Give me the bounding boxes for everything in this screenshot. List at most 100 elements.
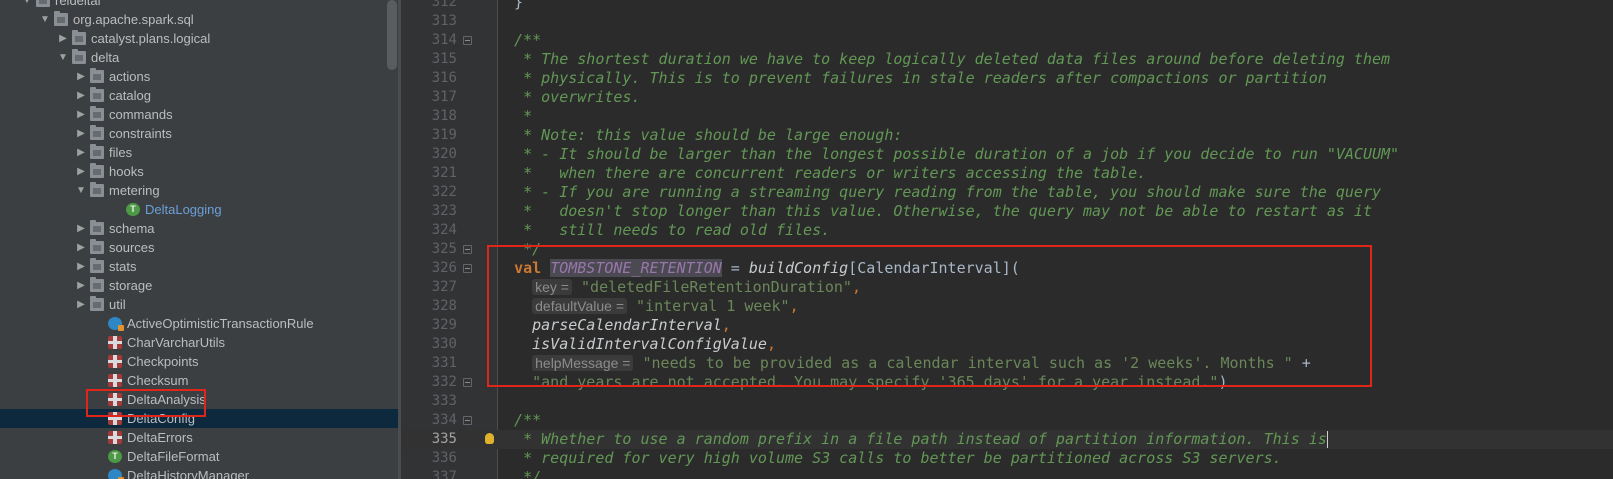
line-number: 335 [431, 431, 457, 447]
code-token: , [721, 316, 731, 334]
chevron-down-icon[interactable]: ▼ [76, 181, 86, 200]
chevron-right-icon[interactable]: ▶ [76, 162, 86, 181]
tree-item-metering[interactable]: ▼ metering [0, 181, 398, 200]
project-tree-scrollbar[interactable] [387, 0, 397, 70]
code-line[interactable]: 324 * still needs to read old files. [401, 221, 1613, 240]
tree-item-catalyst-plans-logical[interactable]: ▶ catalyst.plans.logical [0, 29, 398, 48]
code-line[interactable]: 325 */ [401, 240, 1613, 259]
tree-item-actions[interactable]: ▶ actions [0, 67, 398, 86]
chevron-right-icon[interactable]: ▶ [76, 257, 86, 276]
code-line[interactable]: 313 [401, 12, 1613, 31]
code-line[interactable]: 331 helpMessage = "needs to be provided … [401, 354, 1613, 373]
code-line[interactable]: 312 } [401, 0, 1613, 12]
chevron-right-icon[interactable]: ▶ [76, 295, 86, 314]
code-line[interactable]: 321 * when there are concurrent readers … [401, 164, 1613, 183]
code-token: "needs to be provided as a calendar inte… [642, 354, 1293, 372]
code-line[interactable]: 314 /** [401, 31, 1613, 50]
tree-item-deltaerrors[interactable]: DeltaErrors [0, 428, 398, 447]
line-number: 316 [431, 70, 457, 86]
chevron-down-icon[interactable]: ▼ [40, 10, 50, 29]
code-line[interactable]: 327 key = "deletedFileRetentionDuration"… [401, 278, 1613, 297]
tree-item-schema[interactable]: ▶ schema [0, 219, 398, 238]
chevron-right-icon[interactable]: ▶ [76, 124, 86, 143]
tree-item-activeoptimistictransactionrule[interactable]: ActiveOptimisticTransactionRule [0, 314, 398, 333]
tree-item-label: storage [109, 278, 153, 293]
tree-item-checksum[interactable]: Checksum [0, 371, 398, 390]
tree-item-hooks[interactable]: ▶ hooks [0, 162, 398, 181]
chevron-right-icon[interactable]: ▶ [76, 219, 86, 238]
code-token: , [851, 278, 861, 296]
chevron-down-icon[interactable]: ▼ [22, 0, 32, 10]
tree-item-deltalogging[interactable]: T DeltaLogging [0, 200, 398, 219]
tree-item-label: schema [109, 221, 155, 236]
fold-marker-icon[interactable] [463, 378, 472, 387]
code-line[interactable]: 319 * Note: this value should be large e… [401, 126, 1613, 145]
code-editor[interactable]: 312 } 313 314 /** 315 * The shortest durati… [401, 0, 1613, 479]
tree-item-org-apache-spark-sql[interactable]: ▼ org.apache.spark.sql [0, 10, 398, 29]
fold-marker-icon[interactable] [463, 245, 472, 254]
code-text: * still needs to read old files. [496, 221, 830, 240]
tree-item-stats[interactable]: ▶ stats [0, 257, 398, 276]
tree-item-catalog[interactable]: ▶ catalog [0, 86, 398, 105]
fold-marker-icon[interactable] [463, 264, 472, 273]
tree-item-constraints[interactable]: ▶ constraints [0, 124, 398, 143]
code-line[interactable]: 326 val TOMBSTONE_RETENTION = buildConfi… [401, 259, 1613, 278]
tree-item-util[interactable]: ▶ util [0, 295, 398, 314]
code-line[interactable]: 323 * doesn't stop longer than this valu… [401, 202, 1613, 221]
tree-item-commands[interactable]: ▶ commands [0, 105, 398, 124]
fold-marker-icon[interactable] [463, 36, 472, 45]
code-line[interactable]: 316 * physically. This is to prevent fai… [401, 69, 1613, 88]
tree-item-delta[interactable]: ▼ delta [0, 48, 398, 67]
code-line[interactable]: 317 * overwrites. [401, 88, 1613, 107]
object-icon [108, 355, 122, 368]
code-line[interactable]: 320 * - It should be larger than the lon… [401, 145, 1613, 164]
tree-item-charvarcharutils[interactable]: CharVarcharUtils [0, 333, 398, 352]
tree-item-deltaconfig[interactable]: DeltaConfig [0, 409, 398, 428]
code-line[interactable]: 322 * - If you are running a streaming q… [401, 183, 1613, 202]
code-line[interactable]: 334 /** [401, 411, 1613, 430]
code-line[interactable]: 315 * The shortest duration we have to k… [401, 50, 1613, 69]
code-line[interactable]: 337 */ [401, 468, 1613, 479]
tree-item-reldeltal[interactable]: ▼ reldeltal [0, 0, 398, 10]
chevron-right-icon[interactable]: ▶ [76, 238, 86, 257]
code-line[interactable]: 332 "and years are not accepted. You may… [401, 373, 1613, 392]
tree-item-label: DeltaConfig [127, 411, 195, 426]
tree-item-deltaanalysis[interactable]: DeltaAnalysis [0, 390, 398, 409]
tree-item-checkpoints[interactable]: Checkpoints [0, 352, 398, 371]
tree-item-deltafileformat[interactable]: T DeltaFileFormat [0, 447, 398, 466]
code-text: /** [496, 411, 541, 430]
line-number: 322 [431, 184, 457, 200]
fold-marker-icon[interactable] [463, 416, 472, 425]
code-line[interactable]: 329 parseCalendarInterval, [401, 316, 1613, 335]
folder-icon [90, 258, 104, 273]
chevron-right-icon[interactable]: ▶ [76, 276, 86, 295]
code-line[interactable]: 330 isValidIntervalConfigValue, [401, 335, 1613, 354]
chevron-right-icon[interactable]: ▶ [76, 105, 86, 124]
chevron-right-icon[interactable]: ▶ [76, 143, 86, 162]
code-line[interactable]: 328 defaultValue = "interval 1 week", [401, 297, 1613, 316]
line-number: 333 [431, 393, 457, 409]
code-line[interactable]: 336 * required for very high volume S3 c… [401, 449, 1613, 468]
code-line[interactable]: 335 * Whether to use a random prefix in … [401, 430, 1613, 449]
code-token: ) [1218, 373, 1228, 391]
chevron-down-icon[interactable]: ▼ [58, 48, 68, 67]
code-token: * when there are concurrent readers or w… [496, 164, 1147, 182]
code-line[interactable]: 333 [401, 392, 1613, 411]
folder-icon [72, 49, 86, 64]
code-token: * doesn't stop longer than this value. O… [496, 202, 1372, 220]
chevron-right-icon[interactable]: ▶ [76, 67, 86, 86]
folder-icon [90, 220, 104, 235]
tree-item-files[interactable]: ▶ files [0, 143, 398, 162]
tree-item-storage[interactable]: ▶ storage [0, 276, 398, 295]
code-token: isValidIntervalConfigValue [532, 335, 767, 353]
chevron-right-icon[interactable]: ▶ [76, 86, 86, 105]
tree-item-sources[interactable]: ▶ sources [0, 238, 398, 257]
tree-item-deltahistorymanager[interactable]: DeltaHistoryManager [0, 466, 398, 479]
code-line[interactable]: 318 * [401, 107, 1613, 126]
lightbulb-icon[interactable] [485, 433, 494, 444]
chevron-right-icon[interactable]: ▶ [58, 29, 68, 48]
